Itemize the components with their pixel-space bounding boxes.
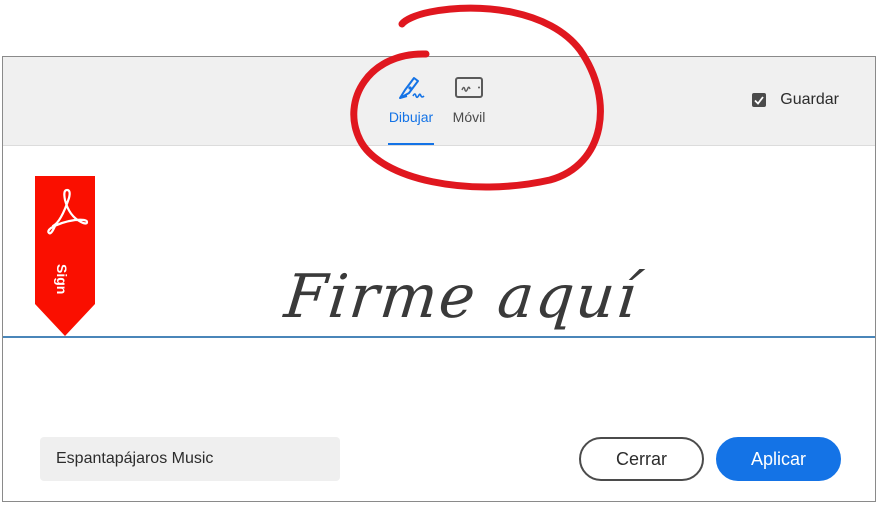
apply-button[interactable]: Aplicar xyxy=(716,437,841,481)
tablet-signature-icon xyxy=(455,77,483,98)
tab-label: Móvil xyxy=(452,109,486,125)
tab-dibujar[interactable]: Dibujar xyxy=(388,74,434,145)
close-button[interactable]: Cerrar xyxy=(579,437,704,481)
save-label: Guardar xyxy=(780,91,839,108)
save-checkbox[interactable] xyxy=(752,93,767,107)
adobe-sign-ribbon: Sign xyxy=(35,176,95,336)
active-tab-indicator xyxy=(388,143,434,145)
signer-name-field[interactable]: Espantapájaros Music xyxy=(40,437,340,481)
checkmark-icon xyxy=(754,95,765,105)
tab-label: Dibujar xyxy=(388,109,434,125)
ribbon-label: Sign xyxy=(54,264,70,294)
dialog-header: Dibujar Móvil Guardar xyxy=(3,57,875,146)
tab-movil[interactable]: Móvil xyxy=(451,74,487,144)
signature-dialog: Dibujar Móvil Guardar Sign Firme aquí Es… xyxy=(2,56,876,502)
signature-line xyxy=(3,336,875,338)
signature-placeholder[interactable]: Firme aquí xyxy=(281,262,641,332)
save-option[interactable]: Guardar xyxy=(752,91,839,109)
pen-draw-icon xyxy=(399,77,425,99)
